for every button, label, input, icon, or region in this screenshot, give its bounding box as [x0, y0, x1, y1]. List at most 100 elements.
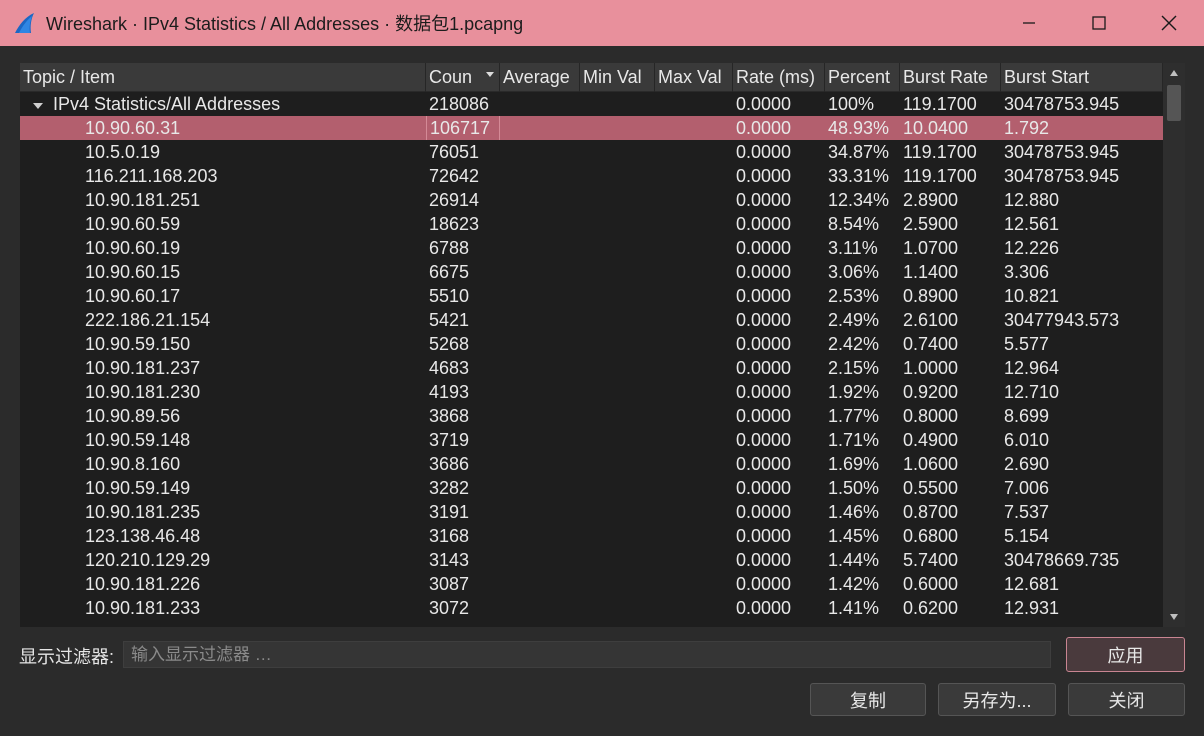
cell-percent: 1.45%: [828, 526, 880, 546]
column-header-topic[interactable]: Topic / Item: [20, 63, 426, 92]
table-row[interactable]: 10.90.60.59 18623 0.0000 8.54% 2.5900 12.561: [20, 212, 1163, 236]
cell-percent: 1.69%: [828, 454, 880, 474]
cell-rate: 0.0000: [736, 334, 792, 354]
row-topic-label: 10.90.59.148: [85, 430, 191, 450]
cell-count: 5510: [429, 286, 470, 306]
scrollbar-thumb[interactable]: [1167, 85, 1181, 121]
table-row[interactable]: 116.211.168.203 72642 0.0000 33.31% 119.1700…: [20, 164, 1163, 188]
cell-min-val: [580, 284, 655, 308]
table-row[interactable]: 10.90.8.160 3686 0.0000 1.69% 1.0600 2.690: [20, 452, 1163, 476]
cell-max-val: [655, 116, 733, 140]
table-row[interactable]: 10.90.181.235 3191 0.0000 1.46% 0.8700 7.537: [20, 500, 1163, 524]
column-header-rate[interactable]: Rate (ms): [733, 63, 825, 92]
copy-button[interactable]: 复制: [810, 683, 926, 716]
cell-max-val: [655, 212, 733, 236]
row-topic-label: 116.211.168.203: [85, 166, 218, 186]
expand-arrow-icon[interactable]: [23, 92, 53, 116]
cell-burst-rate: 1.0000: [903, 358, 959, 378]
table-row[interactable]: 10.90.181.233 3072 0.0000 1.41% 0.6200 12.931: [20, 596, 1163, 620]
table-row[interactable]: 10.90.181.251 26914 0.0000 12.34% 2.8900 12.8…: [20, 188, 1163, 212]
table-row[interactable]: 10.5.0.19 76051 0.0000 34.87% 119.1700 304787…: [20, 140, 1163, 164]
save-as-button[interactable]: 另存为...: [938, 683, 1056, 716]
cell-min-val: [580, 212, 655, 236]
cell-min-val: [580, 428, 655, 452]
cell-burst-start: 12.931: [1004, 598, 1060, 618]
cell-burst-start: 5.577: [1004, 334, 1050, 354]
cell-max-val: [655, 164, 733, 188]
table-row[interactable]: 222.186.21.154 5421 0.0000 2.49% 2.6100 30477…: [20, 308, 1163, 332]
table-row-parent[interactable]: IPv4 Statistics/All Addresses 218086 0.0…: [20, 92, 1163, 116]
cell-max-val: [655, 332, 733, 356]
cell-average: [500, 332, 580, 356]
table-row[interactable]: 10.90.181.237 4683 0.0000 2.15% 1.0000 12.964: [20, 356, 1163, 380]
column-header-max-val[interactable]: Max Val: [655, 63, 733, 92]
cell-count: 3087: [429, 574, 470, 594]
cell-burst-rate: 0.6200: [903, 598, 959, 618]
wireshark-fin-icon: [12, 10, 38, 36]
table-row[interactable]: 123.138.46.48 3168 0.0000 1.45% 0.6800 5.154: [20, 524, 1163, 548]
table-row[interactable]: 10.90.59.150 5268 0.0000 2.42% 0.7400 5.577: [20, 332, 1163, 356]
vertical-scrollbar[interactable]: [1163, 63, 1185, 627]
cell-topic: 10.90.60.15: [20, 260, 426, 284]
row-topic-label: 10.90.60.59: [85, 214, 181, 234]
minimize-button[interactable]: [994, 0, 1064, 46]
row-topic-label: 10.90.60.15: [85, 262, 181, 282]
title-bar: Wireshark · IPv4 Statistics / All Addres…: [0, 0, 1204, 46]
cell-burst-start: 12.681: [1004, 574, 1060, 594]
cell-min-val: [580, 356, 655, 380]
apply-button[interactable]: 应用: [1066, 637, 1185, 672]
cell-burst-start: 6.010: [1004, 430, 1050, 450]
cell-rate: 0.0000: [736, 574, 792, 594]
cell-count: 4193: [429, 382, 470, 402]
cell-topic: 10.90.8.160: [20, 452, 426, 476]
cell-percent: 48.93%: [828, 118, 890, 138]
cell-count: 106717: [426, 116, 500, 140]
column-header-min-val[interactable]: Min Val: [580, 63, 655, 92]
table-row[interactable]: 10.90.181.230 4193 0.0000 1.92% 0.9200 12.710: [20, 380, 1163, 404]
cell-topic: 10.90.59.148: [20, 428, 426, 452]
table-row[interactable]: 10.90.59.148 3719 0.0000 1.71% 0.4900 6.010: [20, 428, 1163, 452]
display-filter-input[interactable]: [123, 641, 1051, 668]
row-topic-label: 10.90.181.237: [85, 358, 201, 378]
cell-burst-rate: 0.5500: [903, 478, 959, 498]
cell-burst-rate: 0.7400: [903, 334, 959, 354]
table-row[interactable]: 10.90.60.17 5510 0.0000 2.53% 0.8900 10.821: [20, 284, 1163, 308]
cell-burst-start: 3.306: [1004, 262, 1050, 282]
table-row[interactable]: 10.90.60.19 6788 0.0000 3.11% 1.0700 12.226: [20, 236, 1163, 260]
column-header-burst-start[interactable]: Burst Start: [1001, 63, 1163, 92]
cell-max-val: [655, 284, 733, 308]
cell-percent: 1.71%: [828, 430, 880, 450]
row-topic-label: 10.90.181.233: [85, 598, 201, 618]
cell-max-val: [655, 404, 733, 428]
scroll-down-arrow-icon[interactable]: [1163, 607, 1185, 627]
close-window-button[interactable]: [1134, 0, 1204, 46]
row-topic-label: 123.138.46.48: [85, 526, 201, 546]
cell-max-val: [655, 140, 733, 164]
maximize-button[interactable]: [1064, 0, 1134, 46]
cell-average: [500, 548, 580, 572]
table-row[interactable]: 10.90.181.226 3087 0.0000 1.42% 0.6000 12.681: [20, 572, 1163, 596]
close-button[interactable]: 关闭: [1068, 683, 1185, 716]
cell-max-val: [655, 188, 733, 212]
column-header-count[interactable]: Coun: [426, 63, 500, 92]
column-header-percent[interactable]: Percent: [825, 63, 900, 92]
cell-min-val: [580, 500, 655, 524]
maximize-icon: [1092, 16, 1106, 30]
table-row[interactable]: 10.90.60.15 6675 0.0000 3.06% 1.1400 3.306: [20, 260, 1163, 284]
cell-percent: 33.31%: [828, 166, 890, 186]
close-icon: [1161, 15, 1177, 31]
cell-percent: 1.42%: [828, 574, 880, 594]
column-header-average[interactable]: Average: [500, 63, 580, 92]
table-row[interactable]: 10.90.59.149 3282 0.0000 1.50% 0.5500 7.006: [20, 476, 1163, 500]
statistics-tree-table[interactable]: Topic / Item Coun Average Min Val Max Va…: [20, 63, 1185, 627]
column-header-burst-rate[interactable]: Burst Rate: [900, 63, 1001, 92]
row-topic-label: 10.5.0.19: [85, 142, 161, 162]
table-row[interactable]: 120.210.129.29 3143 0.0000 1.44% 5.7400 30478…: [20, 548, 1163, 572]
table-row[interactable]: 10.90.89.56 3868 0.0000 1.77% 0.8000 8.699: [20, 404, 1163, 428]
cell-min-val: [580, 548, 655, 572]
column-header-count-label: Coun: [429, 67, 473, 87]
scroll-up-arrow-icon[interactable]: [1163, 63, 1185, 83]
cell-max-val: [655, 548, 733, 572]
cell-max-val: [655, 380, 733, 404]
table-row[interactable]: 10.90.60.31 106717 0.0000 48.93% 10.0400 1.79…: [20, 116, 1163, 140]
